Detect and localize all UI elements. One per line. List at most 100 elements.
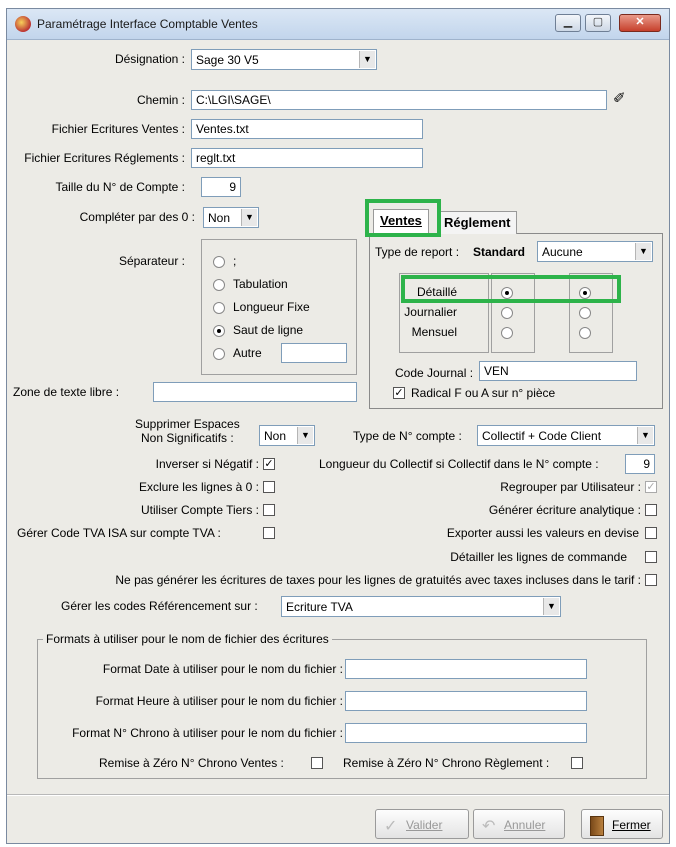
chevron-down-icon: ▼	[637, 427, 653, 444]
separateur-option-semicolon[interactable]	[213, 256, 225, 268]
highlight-detaille-row	[401, 275, 621, 303]
title-bar: Paramétrage Interface Comptable Ventes ▁…	[7, 9, 669, 40]
compte-tiers-label: Utiliser Compte Tiers :	[140, 503, 259, 517]
completer-value: Non	[208, 211, 231, 225]
code-journal-label: Code Journal :	[395, 366, 474, 380]
report-row-label: Journalier	[404, 305, 457, 319]
fichier-reglements-label: Fichier Ecritures Réglements :	[24, 151, 185, 165]
zone-texte-input[interactable]	[153, 382, 357, 402]
longueur-collectif-label: Longueur du Collectif si Collectif dans …	[319, 457, 599, 471]
format-date-label: Format Date à utiliser pour le nom du fi…	[102, 662, 343, 676]
radical-checkbox[interactable]: ✓	[393, 387, 405, 399]
type-compte-value: Collectif + Code Client	[482, 429, 602, 443]
undo-icon: ↶	[482, 818, 496, 835]
separateur-option-tabulation[interactable]	[213, 279, 225, 291]
code-journal-input[interactable]: VEN	[479, 361, 637, 381]
completer-label: Compléter par des 0 :	[79, 210, 195, 224]
detailler-label: Détailler les lignes de commande	[450, 550, 627, 564]
valider-label: Valider	[406, 818, 443, 832]
check-icon: ✓	[384, 818, 398, 835]
footer-divider	[7, 794, 669, 796]
tva-isa-label: Gérer Code TVA ISA sur compte TVA :	[17, 526, 221, 540]
window: Paramétrage Interface Comptable Ventes ▁…	[6, 8, 670, 844]
supprimer-espaces-value: Non	[264, 429, 287, 443]
exporter-devise-checkbox[interactable]	[645, 527, 657, 539]
taille-compte-input[interactable]: 9	[201, 177, 241, 197]
regrouper-checkbox[interactable]: ✓	[645, 481, 657, 493]
separateur-option-label: Saut de ligne	[233, 323, 304, 337]
type-compte-select[interactable]: Collectif + Code Client ▼	[477, 425, 655, 446]
chemin-label: Chemin :	[136, 93, 185, 107]
separateur-option-longueur-fixe[interactable]	[213, 302, 225, 314]
compte-tiers-checkbox[interactable]	[263, 504, 275, 516]
remise-ventes-label: Remise à Zéro N° Chrono Ventes :	[99, 756, 284, 770]
formats-legend: Formats à utiliser pour le nom de fichie…	[43, 632, 332, 646]
type-compte-label: Type de N° compte :	[353, 429, 462, 443]
tab-reglement[interactable]: Réglement	[437, 211, 518, 234]
format-heure-input[interactable]	[345, 691, 587, 711]
highlight-ventes-tab	[365, 199, 441, 237]
exclure-label: Exclure les lignes à 0 :	[138, 480, 259, 494]
close-button[interactable]: ✕	[619, 14, 661, 32]
format-chrono-input[interactable]	[345, 723, 587, 743]
maximize-button[interactable]: ▢	[585, 14, 611, 32]
report-label: Type de report :	[375, 245, 460, 259]
designation-select[interactable]: Sage 30 V5 ▼	[191, 49, 377, 70]
separateur-option-label: Tabulation	[233, 277, 288, 291]
remise-reglement-checkbox[interactable]	[571, 757, 583, 769]
report-select[interactable]: Aucune ▼	[537, 241, 653, 262]
separateur-option-autre[interactable]	[213, 348, 225, 360]
chevron-down-icon: ▼	[297, 427, 313, 444]
fichier-ventes-input[interactable]: Ventes.txt	[191, 119, 423, 139]
supprimer-espaces-label-2: Non Significatifs :	[141, 431, 234, 445]
annuler-label: Annuler	[504, 818, 546, 832]
referencement-label: Gérer les codes Référencement sur :	[61, 599, 258, 613]
referencement-select[interactable]: Ecriture TVA ▼	[281, 596, 561, 617]
ne-pas-generer-checkbox[interactable]	[645, 574, 657, 586]
chevron-down-icon: ▼	[359, 51, 375, 68]
inverser-checkbox[interactable]: ✓	[263, 458, 275, 470]
report-col2-mensuel[interactable]	[579, 327, 591, 339]
fermer-button[interactable]: Fermer	[581, 809, 663, 839]
browse-folder-icon[interactable]: ✐	[613, 89, 626, 107]
referencement-value: Ecriture TVA	[286, 600, 353, 614]
taille-compte-label: Taille du N° de Compte :	[55, 180, 185, 194]
separateur-option-saut-de-ligne[interactable]	[213, 325, 225, 337]
detailler-checkbox[interactable]	[645, 551, 657, 563]
designation-label: Désignation :	[114, 52, 185, 66]
ne-pas-generer-label: Ne pas générer les écritures de taxes po…	[115, 573, 641, 587]
format-heure-label: Format Heure à utiliser pour le nom du f…	[95, 694, 343, 708]
report-col1-mensuel[interactable]	[501, 327, 513, 339]
minimize-button[interactable]: ▁	[555, 14, 581, 32]
report-col1-journalier[interactable]	[501, 307, 513, 319]
remise-ventes-checkbox[interactable]	[311, 757, 323, 769]
supprimer-espaces-select[interactable]: Non ▼	[259, 425, 315, 446]
inverser-label: Inverser si Négatif :	[155, 457, 259, 471]
separateur-option-label: ;	[233, 254, 237, 268]
fichier-ventes-label: Fichier Ecritures Ventes :	[51, 122, 185, 136]
longueur-collectif-input[interactable]: 9	[625, 454, 655, 474]
report-standard: Standard	[473, 245, 526, 259]
valider-button[interactable]: ✓ Valider	[375, 809, 469, 839]
remise-reglement-label: Remise à Zéro N° Chrono Règlement :	[343, 756, 550, 770]
exporter-devise-label: Exporter aussi les valeurs en devise	[446, 526, 639, 540]
regrouper-label: Regrouper par Utilisateur :	[500, 480, 641, 494]
completer-select[interactable]: Non ▼	[203, 207, 259, 228]
tab-reglement-label: Réglement	[444, 215, 511, 230]
annuler-button[interactable]: ↶ Annuler	[473, 809, 565, 839]
chemin-input[interactable]: C:\LGI\SAGE\	[191, 90, 607, 110]
separateur-option-label: Longueur Fixe	[233, 300, 310, 314]
separateur-autre-input[interactable]	[281, 343, 347, 363]
fichier-reglements-input[interactable]: reglt.txt	[191, 148, 423, 168]
door-exit-icon	[590, 816, 604, 836]
format-date-input[interactable]	[345, 659, 587, 679]
tva-isa-checkbox[interactable]	[263, 527, 275, 539]
separateur-option-label: Autre	[233, 346, 262, 360]
report-col2-journalier[interactable]	[579, 307, 591, 319]
designation-value: Sage 30 V5	[196, 53, 259, 67]
exclure-checkbox[interactable]	[263, 481, 275, 493]
generer-analytique-checkbox[interactable]	[645, 504, 657, 516]
radical-label: Radical F ou A sur n° pièce	[411, 386, 556, 400]
format-chrono-label: Format N° Chrono à utiliser pour le nom …	[72, 726, 343, 740]
zone-texte-label: Zone de texte libre :	[13, 385, 120, 399]
